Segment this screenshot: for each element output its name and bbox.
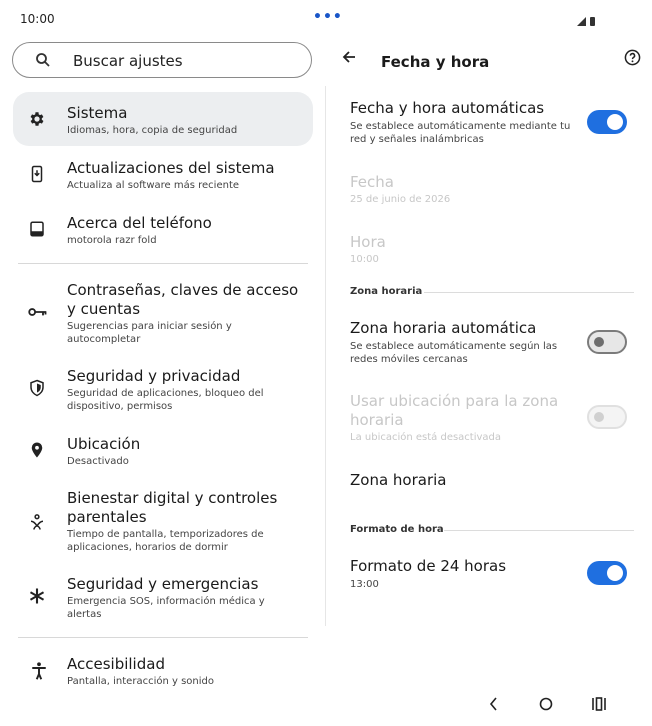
section-format: Formato de hora [350, 524, 444, 535]
timezone-row[interactable]: Zona horaria [350, 471, 447, 490]
menu-subtitle: Actualiza al software más reciente [67, 180, 240, 191]
auto-timezone-toggle[interactable] [587, 330, 627, 354]
phone-icon [30, 221, 44, 237]
divider [18, 637, 308, 638]
menu-subtitle: Emergencia SOS, información médica y ale… [67, 596, 265, 620]
page-title: Fecha y hora [381, 53, 490, 71]
auto-datetime-toggle[interactable] [587, 110, 627, 134]
date-value: 25 de junio de 2026 [350, 194, 451, 205]
back-arrow-icon[interactable] [342, 50, 356, 64]
time-value: 10:00 [350, 254, 379, 265]
auto-datetime-title: Fecha y hora automáticas [350, 99, 545, 117]
menu-subtitle: Tiempo de pantalla, temporizadores de ap… [67, 529, 264, 553]
menu-title: Ubicación [67, 435, 141, 453]
key-icon [28, 308, 47, 316]
gear-icon [30, 112, 44, 126]
section-timezone: Zona horaria [350, 286, 423, 297]
wellbeing-icon [30, 514, 44, 530]
menu-title: Contraseñas, claves de acceso y cuentas [67, 281, 299, 318]
more-dots-icon[interactable]: ••• [313, 9, 343, 25]
date-title: Fecha [350, 173, 394, 191]
system-update-icon [31, 165, 43, 183]
menu-title: Bienestar digital y controles parentales [67, 489, 278, 526]
menu-subtitle: Desactivado [67, 456, 129, 467]
search-input[interactable]: Buscar ajustes [12, 42, 312, 78]
menu-title: Actualizaciones del sistema [67, 159, 275, 177]
menu-subtitle: Pantalla, interacción y sonido [67, 676, 214, 686]
use-location-title: Usar ubicación para la zona horaria [350, 392, 559, 429]
auto-timezone-subtitle: Se establece automáticamente según las r… [350, 341, 558, 365]
format24-title: Formato de 24 horas [350, 557, 507, 575]
format24-toggle[interactable] [587, 561, 627, 585]
signal-battery-icon [577, 13, 599, 32]
search-icon [36, 53, 50, 67]
menu-subtitle: Seguridad de aplicaciones, bloqueo del d… [67, 388, 264, 412]
search-placeholder: Buscar ajustes [73, 52, 183, 70]
use-location-subtitle: La ubicación está desactivada [350, 432, 502, 443]
divider [18, 263, 308, 264]
help-icon[interactable] [624, 49, 641, 66]
format24-subtitle: 13:00 [350, 579, 379, 590]
menu-subtitle: Sugerencias para iniciar sesión y autoco… [67, 321, 232, 345]
menu-title: Seguridad y emergencias [67, 575, 259, 593]
menu-subtitle: motorola razr fold [67, 235, 157, 246]
asterisk-icon [29, 588, 45, 604]
menu-subtitle: Idiomas, hora, copia de seguridad [67, 125, 238, 136]
accessibility-icon [32, 662, 46, 680]
nav-home-icon[interactable] [537, 694, 555, 714]
status-time: 10:00 [20, 12, 55, 26]
menu-title: Seguridad y privacidad [67, 367, 241, 385]
shield-icon [30, 379, 44, 397]
nav-back-icon[interactable] [488, 694, 500, 714]
auto-timezone-title: Zona horaria automática [350, 319, 537, 337]
section-line [444, 530, 634, 531]
location-pin-icon [31, 442, 43, 458]
nav-recents-icon[interactable] [590, 694, 608, 714]
menu-title: Sistema [67, 104, 128, 122]
auto-datetime-subtitle: Se establece automáticamente mediante tu… [350, 121, 571, 145]
panel-divider [325, 86, 326, 626]
menu-title: Accesibilidad [67, 655, 165, 673]
time-title: Hora [350, 233, 386, 251]
menu-item-accesibilidad[interactable]: Accesibilidad Pantalla, interacción y so… [0, 655, 326, 686]
menu-title: Acerca del teléfono [67, 214, 212, 232]
section-line [424, 292, 634, 293]
use-location-toggle [587, 405, 627, 429]
